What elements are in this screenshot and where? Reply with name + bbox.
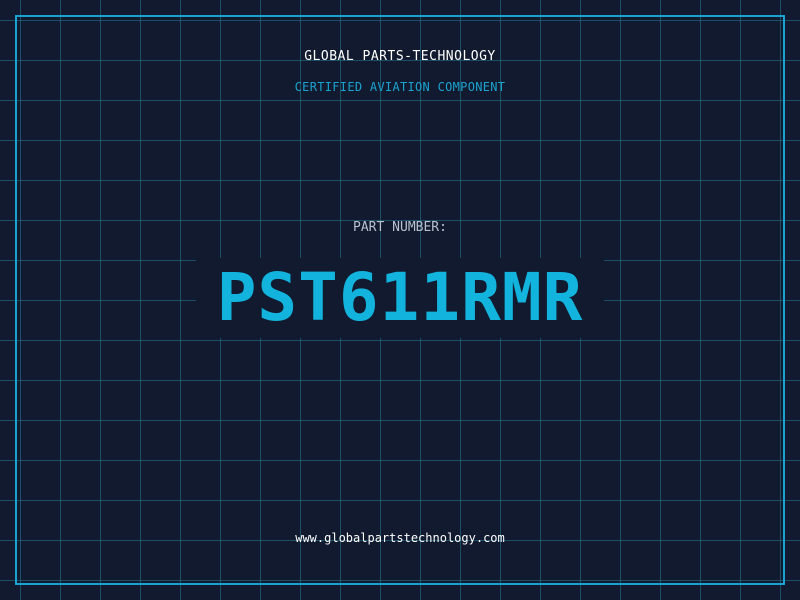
certification-subtitle: CERTIFIED AVIATION COMPONENT xyxy=(294,80,506,94)
website-url: www.globalpartstechnology.com xyxy=(295,531,505,545)
label-card: GLOBAL PARTS-TECHNOLOGY CERTIFIED AVIATI… xyxy=(0,0,800,600)
part-number-label: PART NUMBER: xyxy=(353,220,447,235)
part-number-value: PST611RMR xyxy=(216,259,584,336)
company-name: GLOBAL PARTS-TECHNOLOGY xyxy=(304,49,496,64)
